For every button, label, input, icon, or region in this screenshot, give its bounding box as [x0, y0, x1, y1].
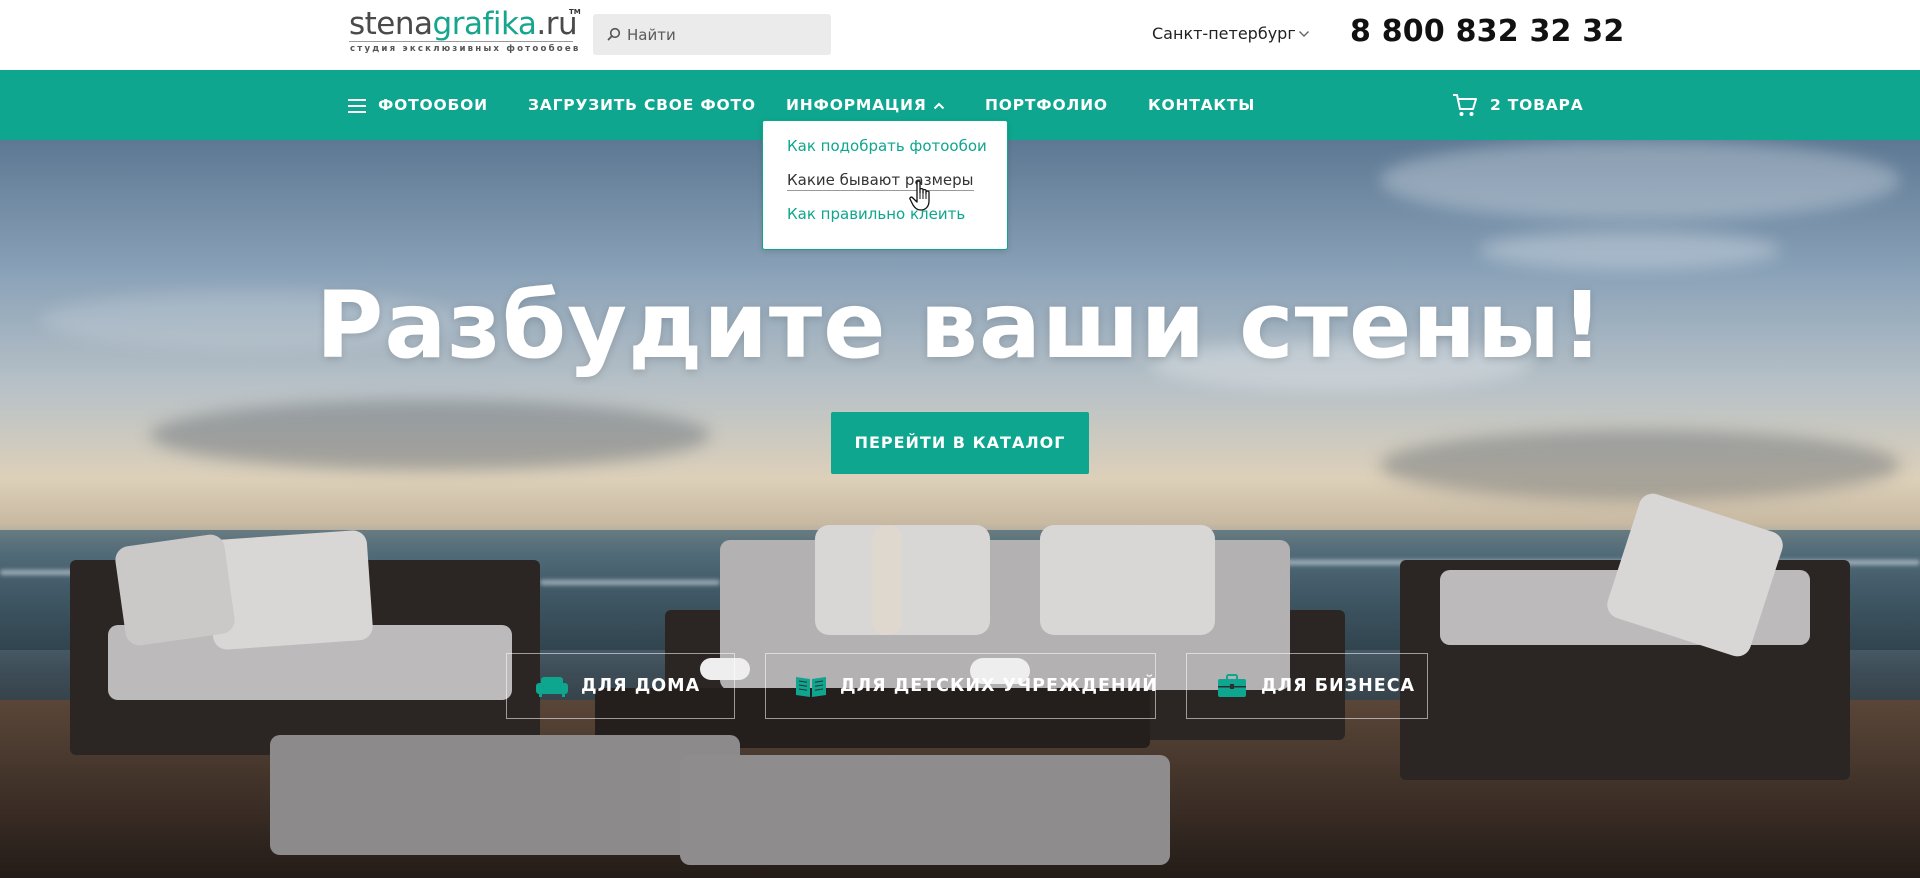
hero-banner: Разбудите ваши стены! ПЕРЕЙТИ В КАТАЛОГ: [0, 140, 1920, 878]
pillow: [1040, 525, 1215, 635]
nav-item-information-label: ИНФОРМАЦИЯ: [786, 96, 927, 114]
cloud: [1380, 430, 1900, 500]
search-input[interactable]: [627, 14, 827, 55]
nav-item-contacts[interactable]: КОНТАКТЫ: [1148, 70, 1255, 140]
information-dropdown: Как подобрать фотообои Какие бывают разм…: [762, 120, 1008, 250]
hero-headline: Разбудите ваши стены!: [315, 272, 1605, 379]
logo-text: stenagrafika.ru: [349, 6, 578, 42]
pillow: [113, 532, 237, 648]
logo-trademark: TM: [569, 8, 581, 16]
ottoman: [270, 735, 740, 855]
category-business-label: ДЛЯ БИЗНЕСА: [1261, 676, 1416, 696]
menu-icon[interactable]: [348, 99, 366, 113]
cart-link[interactable]: 2 ТОВАРА: [1490, 70, 1584, 140]
category-kids-label: ДЛЯ ДЕТСКИХ УЧРЕЖДЕНИЙ: [840, 676, 1158, 696]
chevron-down-icon[interactable]: [1298, 30, 1310, 38]
category-home-label: ДЛЯ ДОМА: [581, 676, 701, 696]
site-logo[interactable]: stenagrafika.ru TM студия эксклюзивных ф…: [349, 6, 581, 58]
category-home-button[interactable]: ДЛЯ ДОМА: [506, 653, 735, 719]
hand-cursor-icon: [909, 180, 930, 211]
wave: [540, 580, 720, 585]
pillow: [206, 529, 374, 651]
cart-icon[interactable]: [1452, 93, 1478, 118]
sofa-icon: [536, 677, 568, 697]
phone-number[interactable]: 8 800 832 32 32: [1350, 14, 1624, 49]
cloud: [1380, 140, 1900, 220]
dropdown-item-how-to-glue[interactable]: Как правильно клеить: [787, 205, 965, 223]
logo-divider: [349, 41, 573, 42]
logo-tagline: студия эксклюзивных фотообоев: [350, 44, 581, 54]
search-box[interactable]: [593, 14, 831, 55]
cloud: [150, 400, 710, 470]
nav-item-upload-photo[interactable]: ЗАГРУЗИТЬ СВОЕ ФОТО: [528, 70, 756, 140]
category-kids-button[interactable]: ДЛЯ ДЕТСКИХ УЧРЕЖДЕНИЙ: [765, 653, 1158, 719]
lantern: [872, 525, 902, 635]
cloud: [1480, 230, 1780, 270]
pillow: [815, 525, 990, 635]
category-business-button[interactable]: ДЛЯ БИЗНЕСА: [1186, 653, 1428, 719]
nav-item-wallpapers[interactable]: ФОТООБОИ: [378, 70, 488, 140]
top-bar: stenagrafika.ru TM студия эксклюзивных ф…: [0, 0, 1920, 70]
dropdown-item-sizes[interactable]: Какие бывают размеры: [787, 171, 974, 191]
city-selector[interactable]: Санкт-петербург: [1152, 24, 1296, 43]
book-icon: [796, 677, 826, 697]
ottoman: [680, 755, 1170, 865]
search-icon: [607, 27, 621, 41]
dropdown-item-how-to-choose[interactable]: Как подобрать фотообои: [787, 137, 987, 155]
catalog-button[interactable]: ПЕРЕЙТИ В КАТАЛОГ: [831, 412, 1089, 474]
chevron-up-icon: [933, 102, 944, 109]
briefcase-icon: [1218, 674, 1246, 697]
